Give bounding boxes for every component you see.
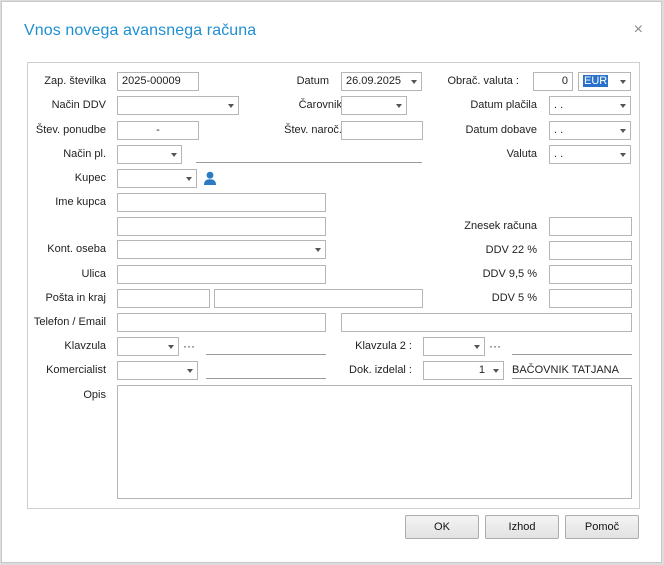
- label-klavzula-2: Klavzula 2 :: [355, 340, 412, 352]
- label-ulica: Ulica: [81, 268, 106, 280]
- stev-ponudbe-field[interactable]: -: [117, 121, 199, 140]
- chevron-down-icon: [474, 345, 480, 349]
- klavzula-select[interactable]: [117, 337, 179, 356]
- chevron-down-icon: [168, 345, 174, 349]
- label-datum-dobave: Datum dobave: [465, 124, 537, 136]
- ime-kupca-field[interactable]: [117, 193, 326, 212]
- nacin-pl-select[interactable]: [117, 145, 182, 164]
- form-panel: Zap. številka 2025-00009 Način DDV Štev.…: [27, 62, 640, 509]
- close-icon[interactable]: ×: [634, 22, 643, 38]
- label-posta-in-kraj: Pošta in kraj: [45, 292, 106, 304]
- label-ddv-5: DDV 5 %: [491, 292, 537, 304]
- dok-izdelal-line: [512, 378, 632, 379]
- label-nacin-ddv: Način DDV: [51, 99, 106, 111]
- datum-placila-value: . .: [554, 99, 564, 111]
- ok-button[interactable]: OK: [405, 515, 479, 539]
- label-klavzula: Klavzula: [64, 340, 106, 352]
- label-dok-izdelal: Dok. izdelal :: [349, 364, 412, 376]
- label-ime-kupca: Ime kupca: [55, 196, 106, 208]
- ddv-22-field[interactable]: [549, 241, 632, 260]
- pomoc-button[interactable]: Pomoč: [565, 515, 639, 539]
- nacin-pl-description-line: [196, 162, 422, 163]
- user-icon[interactable]: [203, 171, 217, 186]
- opis-textarea[interactable]: [117, 385, 632, 499]
- klavzula-description-line: [206, 354, 326, 355]
- label-stev-naroc: Štev. naroč.: [284, 124, 342, 136]
- chevron-down-icon: [171, 153, 177, 157]
- carovnik-select[interactable]: [341, 96, 407, 115]
- chevron-down-icon: [620, 129, 626, 133]
- label-ddv-22: DDV 22 %: [485, 244, 537, 256]
- label-kont-oseba: Kont. oseba: [47, 243, 106, 255]
- label-datum-placila: Datum plačila: [470, 99, 537, 111]
- chevron-down-icon: [187, 369, 193, 373]
- email-field[interactable]: [341, 313, 632, 332]
- datum-placila-picker[interactable]: . .: [549, 96, 631, 115]
- label-komercialist: Komercialist: [46, 364, 106, 376]
- label-stev-ponudbe: Štev. ponudbe: [35, 124, 106, 136]
- chevron-down-icon: [620, 104, 626, 108]
- datum-value: 26.09.2025: [346, 75, 402, 87]
- komercialist-select[interactable]: [117, 361, 198, 380]
- komercialist-description-line: [206, 378, 326, 379]
- obrac-valuta-currency-select[interactable]: EUR: [578, 72, 631, 91]
- klavzula-2-description-line: [512, 354, 632, 355]
- klavzula-2-select[interactable]: [423, 337, 485, 356]
- label-znesek-racuna: Znesek računa: [464, 220, 537, 232]
- ime-kupca-field-2[interactable]: [117, 217, 326, 236]
- dialog-title: Vnos novega avansnega računa: [24, 22, 257, 39]
- nacin-ddv-select[interactable]: [117, 96, 239, 115]
- datum-dobave-value: . .: [554, 124, 564, 136]
- label-valuta: Valuta: [506, 148, 537, 160]
- chevron-down-icon: [228, 104, 234, 108]
- label-nacin-pl: Način pl.: [63, 148, 106, 160]
- znesek-racuna-field[interactable]: [549, 217, 632, 236]
- datum-picker[interactable]: 26.09.2025: [341, 72, 422, 91]
- zap-stevilka-field[interactable]: 2025-00009: [117, 72, 199, 91]
- chevron-down-icon: [396, 104, 402, 108]
- posta-field[interactable]: [117, 289, 210, 308]
- telefon-field[interactable]: [117, 313, 326, 332]
- dok-izdelal-value: 1: [478, 364, 485, 376]
- ddv-9-5-field[interactable]: [549, 265, 632, 284]
- kont-oseba-select[interactable]: [117, 240, 326, 259]
- dok-izdelal-name: BAČOVNIK TATJANA: [512, 364, 619, 376]
- chevron-down-icon: [411, 80, 417, 84]
- obrac-valuta-rate-field[interactable]: 0: [533, 72, 573, 91]
- label-telefon-email: Telefon / Email: [33, 316, 106, 328]
- ddv-5-field[interactable]: [549, 289, 632, 308]
- klavzula-browse-button[interactable]: ···: [183, 340, 195, 352]
- dok-izdelal-select[interactable]: 1: [423, 361, 504, 380]
- currency-value: EUR: [583, 75, 609, 87]
- dialog-window: Vnos novega avansnega računa × Zap. štev…: [1, 1, 662, 563]
- kraj-field[interactable]: [214, 289, 423, 308]
- valuta-value: . .: [554, 148, 564, 160]
- chevron-down-icon: [493, 369, 499, 373]
- ulica-field[interactable]: [117, 265, 326, 284]
- datum-dobave-picker[interactable]: . .: [549, 121, 631, 140]
- label-carovnik: Čarovnik: [298, 99, 342, 111]
- label-opis: Opis: [83, 389, 106, 401]
- label-ddv-9-5: DDV 9,5 %: [482, 268, 537, 280]
- kupec-select[interactable]: [117, 169, 197, 188]
- chevron-down-icon: [620, 80, 626, 84]
- chevron-down-icon: [620, 153, 626, 157]
- label-kupec: Kupec: [74, 172, 106, 184]
- valuta-picker[interactable]: . .: [549, 145, 631, 164]
- chevron-down-icon: [186, 177, 192, 181]
- stev-naroc-field[interactable]: [341, 121, 423, 140]
- chevron-down-icon: [315, 248, 321, 252]
- label-datum: Datum: [296, 75, 329, 87]
- label-obrac-valuta: Obrač. valuta :: [447, 75, 519, 87]
- klavzula-2-browse-button[interactable]: ···: [489, 340, 501, 352]
- izhod-button[interactable]: Izhod: [485, 515, 559, 539]
- label-zap-stevilka: Zap. številka: [44, 75, 106, 87]
